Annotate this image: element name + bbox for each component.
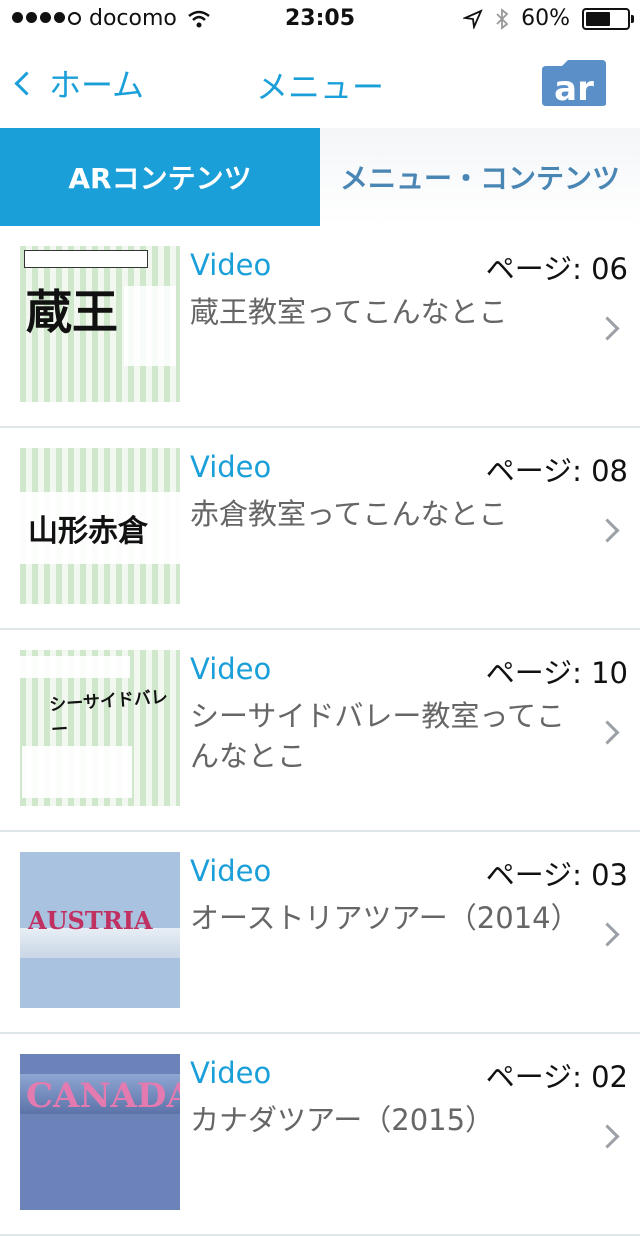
list-item[interactable]: AUSTRIA Video ページ: 03 オーストリアツアー（2014） [0, 832, 640, 1034]
chevron-right-icon [595, 922, 620, 947]
chevron-right-icon [595, 316, 620, 341]
thumbnail-title: CANADA [26, 1076, 180, 1116]
status-right: 60% [463, 6, 634, 31]
content-list: 蔵王 Video ページ: 06 蔵王教室ってこんなとこ 山形赤倉 Video … [0, 226, 640, 1236]
bluetooth-icon [496, 7, 509, 30]
item-title: カナダツアー（2015） [190, 1103, 495, 1137]
list-item[interactable]: 山形赤倉 Video ページ: 08 赤倉教室ってこんなとこ [0, 428, 640, 630]
ar-label: ar [554, 69, 594, 108]
thumbnail-image: 蔵王 [20, 246, 180, 402]
item-page: ページ: 10 [485, 656, 628, 690]
battery-icon [582, 7, 634, 30]
chevron-right-icon [595, 518, 620, 543]
list-item[interactable]: シーサイドバレー Video ページ: 10 シーサイドバレー教室ってこんなとこ [0, 630, 640, 832]
tab-menu-contents[interactable]: メニュー・コンテンツ [320, 128, 640, 226]
tab-ar-contents[interactable]: ARコンテンツ [0, 128, 320, 226]
item-type: Video [190, 1056, 272, 1090]
thumbnail-title: 蔵王 [26, 285, 118, 339]
item-title: 蔵王教室ってこんなとこ [190, 295, 508, 329]
location-arrow-icon [463, 8, 483, 29]
item-type: Video [190, 854, 272, 888]
item-title: シーサイドバレー教室ってこんなとこ [190, 699, 565, 773]
item-title: オーストリアツアー（2014） [190, 901, 580, 935]
thumbnail-title: AUSTRIA [28, 906, 153, 935]
segmented-tabs: ARコンテンツ メニュー・コンテンツ [0, 128, 640, 226]
navigation-bar: ホーム メニュー ar [0, 40, 640, 128]
list-item[interactable]: 蔵王 Video ページ: 06 蔵王教室ってこんなとこ [0, 226, 640, 428]
thumbnail-image: 山形赤倉 [20, 448, 180, 604]
chevron-right-icon [595, 720, 620, 745]
item-type: Video [190, 450, 272, 484]
item-page: ページ: 03 [485, 858, 628, 892]
item-page: ページ: 06 [485, 252, 628, 286]
item-title: 赤倉教室ってこんなとこ [190, 497, 508, 531]
item-page: ページ: 02 [485, 1060, 628, 1094]
status-bar: docomo 23:05 60% [0, 0, 640, 40]
list-item[interactable]: CANADA Video ページ: 02 カナダツアー（2015） [0, 1034, 640, 1236]
item-page: ページ: 08 [485, 454, 628, 488]
thumbnail-image: シーサイドバレー [20, 650, 180, 806]
thumbnail-image: CANADA [20, 1054, 180, 1210]
ar-camera-button[interactable]: ar [540, 58, 608, 108]
battery-percentage: 60% [521, 6, 570, 31]
chevron-right-icon [595, 1124, 620, 1149]
thumbnail-image: AUSTRIA [20, 852, 180, 1008]
thumbnail-title: 山形赤倉 [28, 514, 148, 549]
item-type: Video [190, 248, 272, 282]
thumbnail-title: シーサイドバレー [48, 687, 169, 741]
item-type: Video [190, 652, 272, 686]
